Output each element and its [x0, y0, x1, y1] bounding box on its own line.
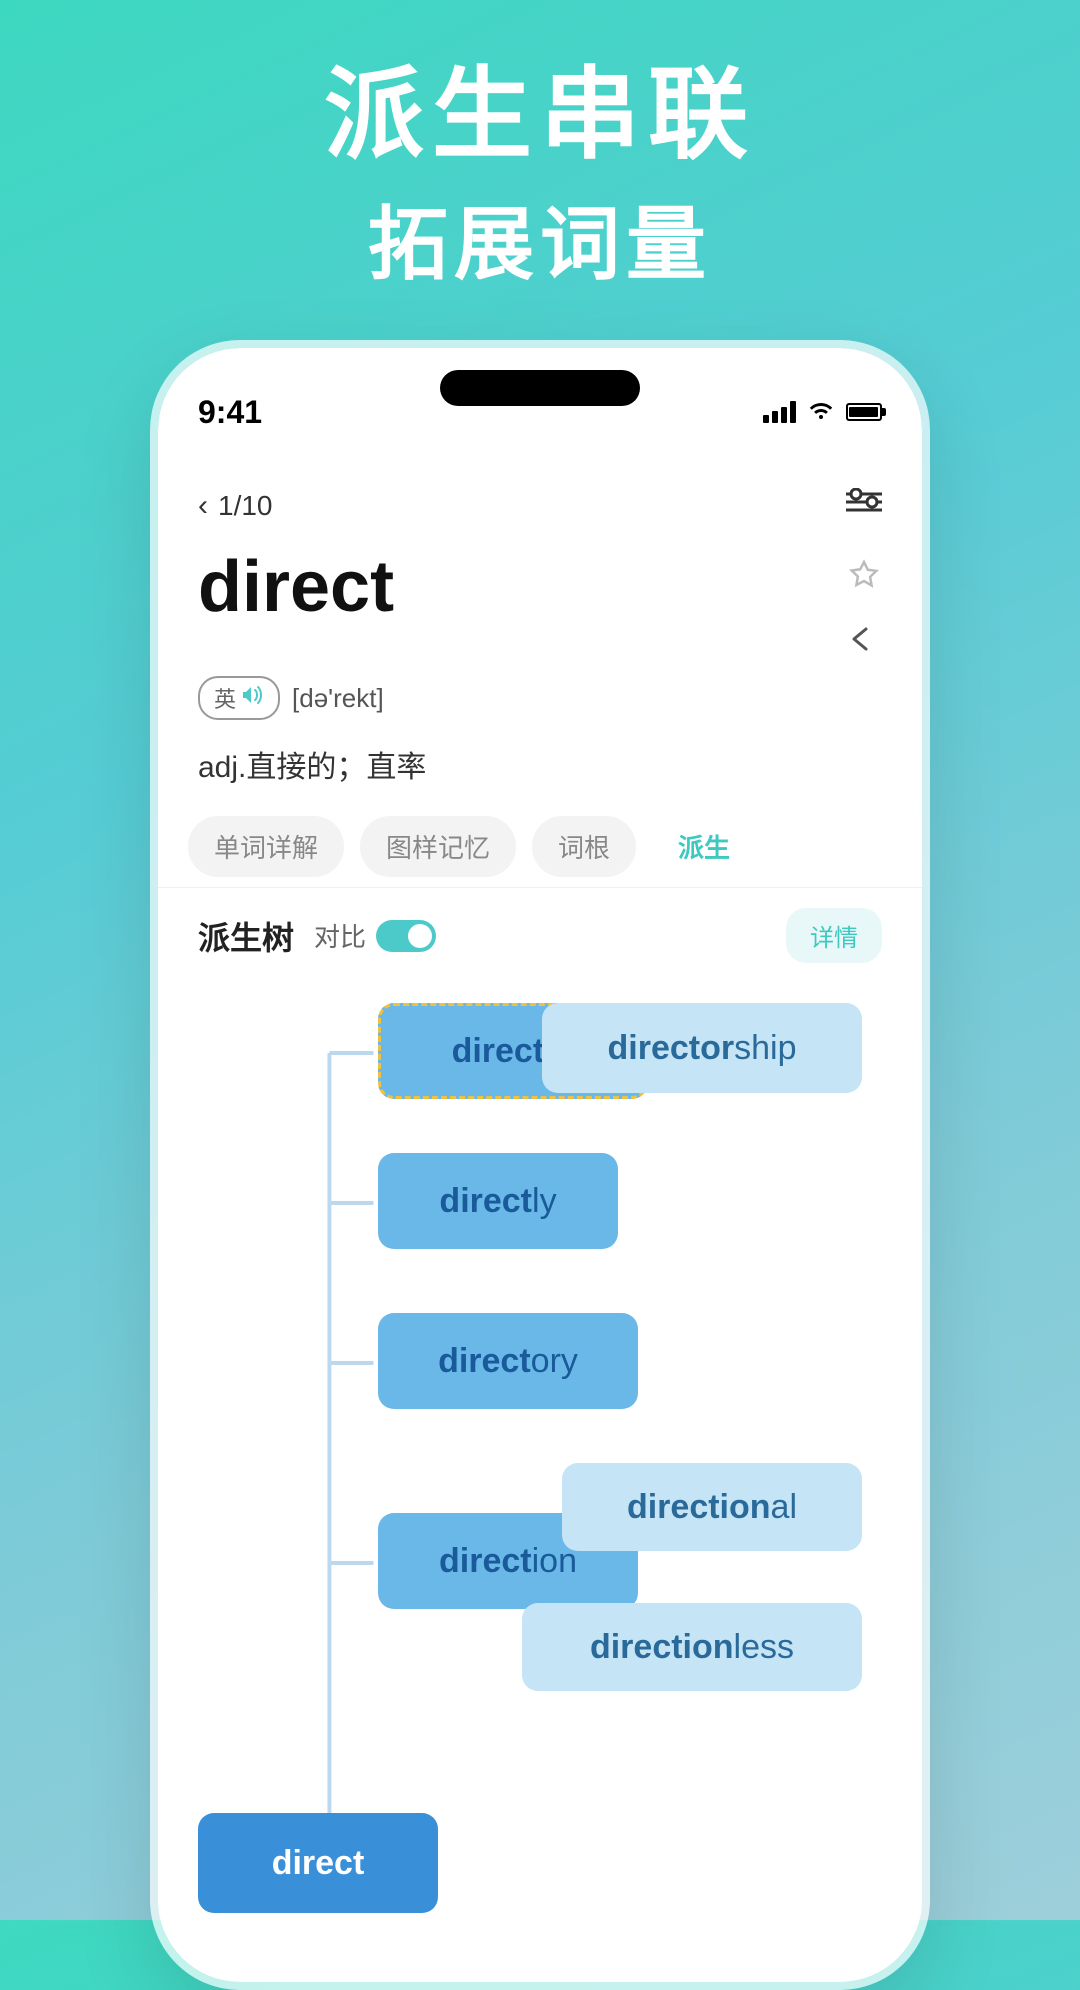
node-root-label: direct	[272, 1844, 365, 1883]
nav-bar: ‹ 1/10	[158, 458, 922, 541]
paisheng-left: 派生树 对比	[198, 913, 436, 959]
filter-icon[interactable]	[846, 486, 882, 525]
paisheng-header: 派生树 对比 详情	[158, 888, 922, 973]
battery-icon	[846, 403, 882, 421]
signal-icon	[763, 401, 796, 423]
node-directory-base: direct	[438, 1342, 531, 1381]
contrast-row: 对比	[314, 917, 436, 954]
node-directionless[interactable]: directionless	[522, 1603, 862, 1691]
definition: adj.直接的；直率	[158, 734, 922, 806]
tabs-row: 单词详解 图样记忆 词根 派生	[158, 806, 922, 888]
tree-lines	[158, 973, 922, 1933]
word-header: direct	[158, 541, 922, 662]
phone-screen: ‹ 1/10 direct	[158, 458, 922, 1982]
tab-detail[interactable]: 单词详解	[188, 816, 344, 877]
paisheng-title: 派生树	[198, 913, 294, 959]
node-director-base: direct	[452, 1032, 545, 1071]
node-directorship-suffix: ship	[734, 1029, 796, 1068]
arrow-back-icon[interactable]	[846, 620, 882, 662]
node-directional[interactable]: directional	[562, 1463, 862, 1551]
phone-notch: 9:41	[158, 348, 922, 458]
phone-time: 9:41	[198, 394, 262, 431]
lang-label: 英	[214, 682, 236, 714]
node-directorship-base: director	[608, 1029, 735, 1068]
back-button[interactable]: ‹	[198, 489, 208, 523]
wifi-icon	[808, 399, 834, 425]
node-directionless-suffix: less	[734, 1628, 794, 1667]
node-directional-base: direction	[627, 1488, 771, 1527]
word-title: direct	[198, 551, 394, 623]
tab-paisheng[interactable]: 派生	[652, 816, 756, 877]
node-directly-suffix: ly	[532, 1182, 557, 1221]
sound-icon[interactable]	[242, 685, 264, 711]
phonetic-text: [də'rekt]	[292, 683, 384, 714]
hero-section: 派生串联 拓展词量	[0, 60, 1080, 296]
status-icons	[763, 399, 882, 425]
node-directional-suffix: al	[771, 1488, 797, 1527]
star-icon[interactable]	[846, 559, 882, 604]
lang-badge[interactable]: 英	[198, 676, 280, 720]
node-directorship[interactable]: directorship	[542, 1003, 862, 1093]
hero-line2: 拓展词量	[0, 180, 1080, 296]
nav-left: ‹ 1/10	[198, 489, 273, 523]
contrast-label: 对比	[314, 917, 366, 954]
phonetic-row: 英 [də'rekt]	[158, 662, 922, 734]
node-directly-base: direct	[439, 1182, 532, 1221]
page-indicator: 1/10	[218, 490, 273, 522]
node-directly[interactable]: directly	[378, 1153, 618, 1249]
hero-line1: 派生串联	[0, 60, 1080, 170]
tab-image[interactable]: 图样记忆	[360, 816, 516, 877]
node-direction-base: direct	[439, 1542, 532, 1581]
node-root[interactable]: direct	[198, 1813, 438, 1913]
node-directory-suffix: ory	[531, 1342, 578, 1381]
node-directory[interactable]: directory	[378, 1313, 638, 1409]
word-tree: director directorship directly directory…	[158, 973, 922, 1933]
contrast-toggle[interactable]	[376, 920, 436, 952]
detail-button[interactable]: 详情	[786, 908, 882, 963]
phone-frame: 9:41 ‹ 1/10	[150, 340, 930, 1990]
tab-root[interactable]: 词根	[532, 816, 636, 877]
dynamic-island	[440, 370, 640, 406]
node-directionless-base: direction	[590, 1628, 734, 1667]
header-icons	[846, 559, 882, 662]
